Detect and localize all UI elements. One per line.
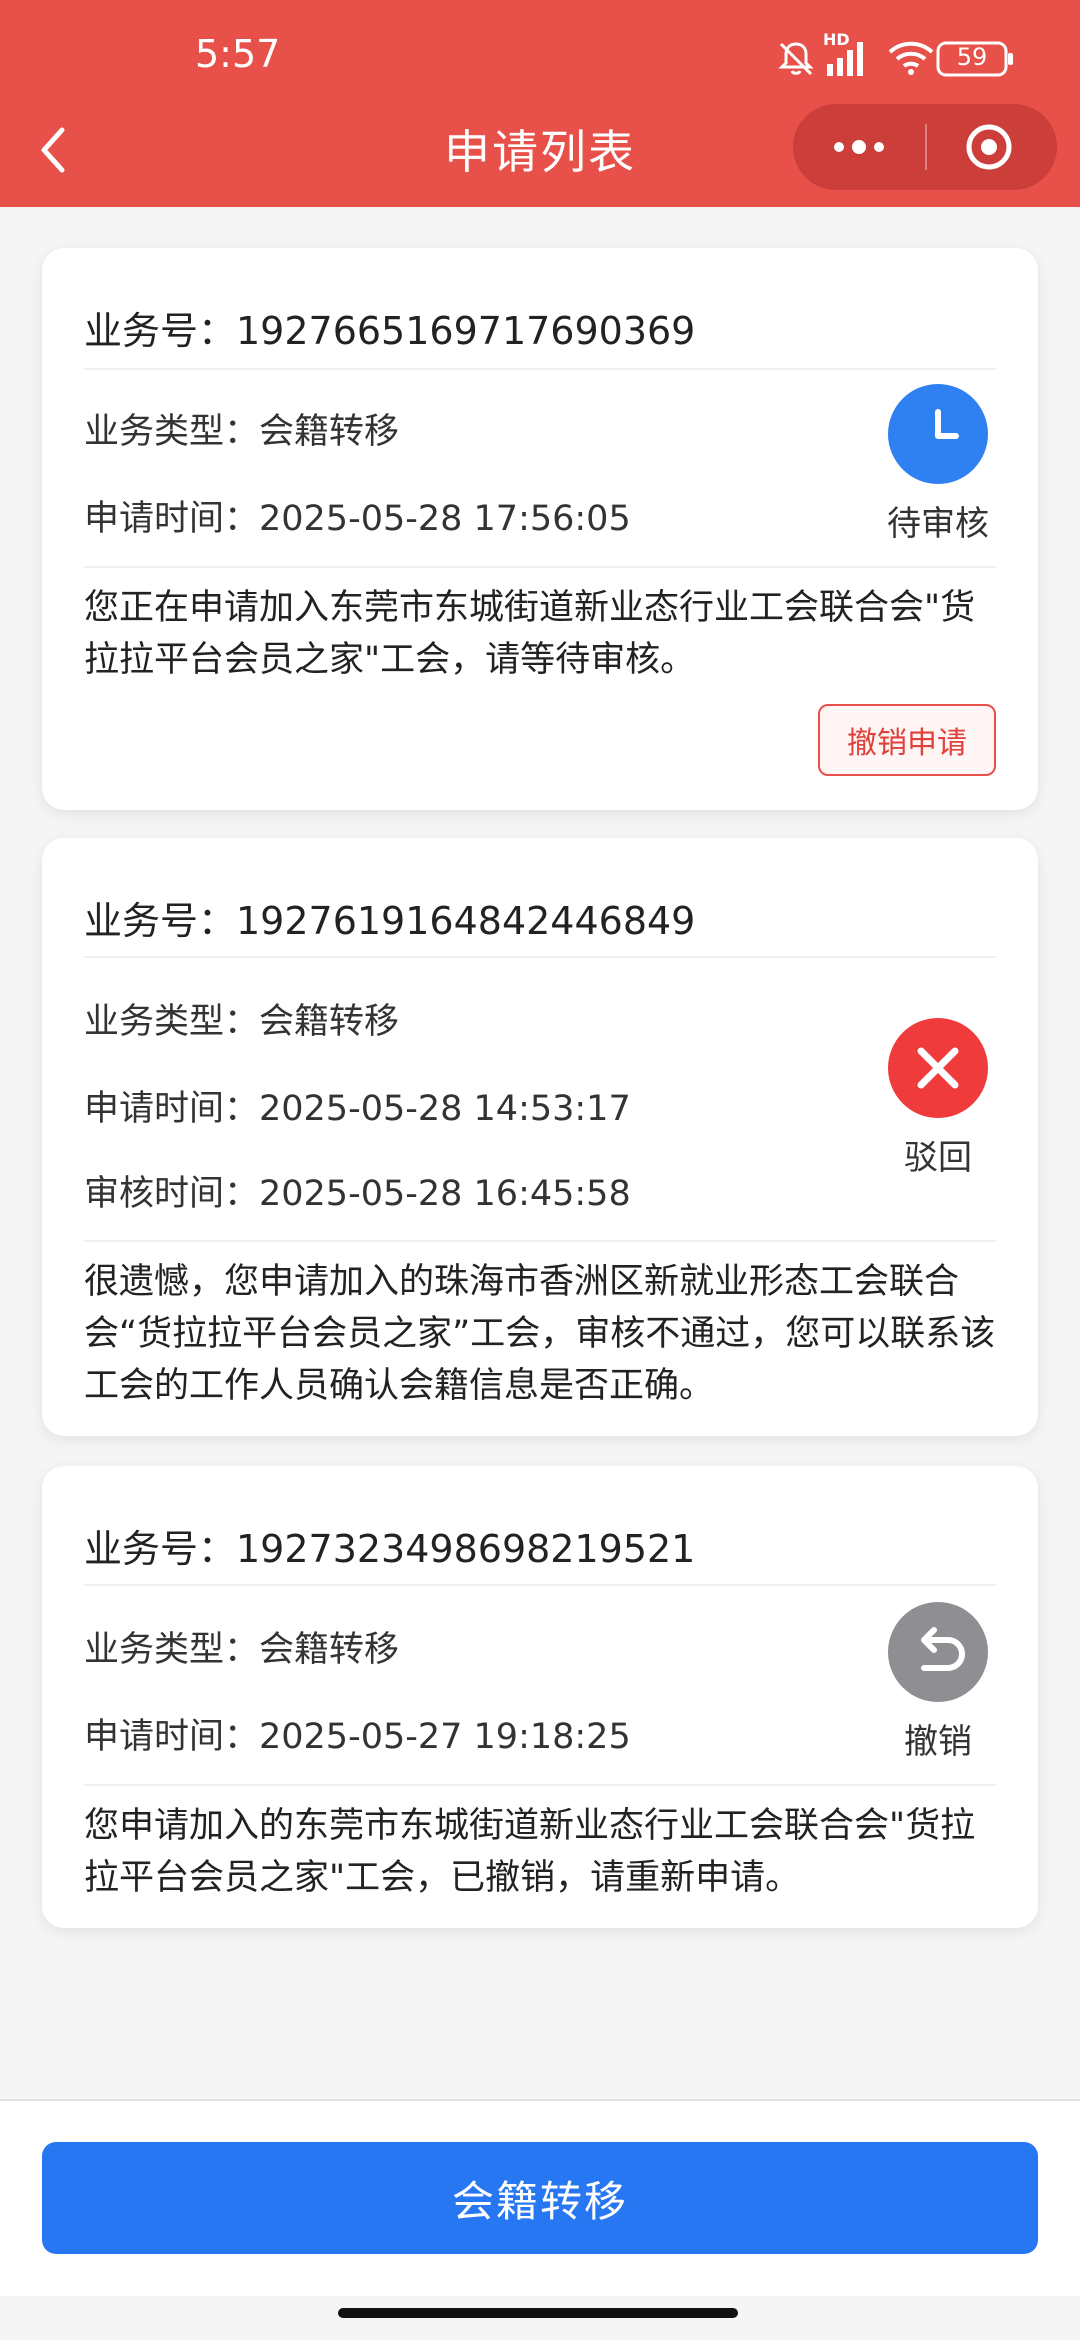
divider — [84, 368, 996, 370]
application-card: 业务号：1927665169717690369 业务类型：会籍转移 申请时间：2… — [42, 248, 1038, 810]
header-bar: 5:57 HD 59 申请列表 — [0, 0, 1080, 207]
business-type: 业务类型：会籍转移 — [84, 1630, 400, 1670]
business-type: 业务类型：会籍转移 — [84, 412, 400, 452]
business-type: 业务类型：会籍转移 — [84, 1002, 400, 1042]
status-message: 您申请加入的东莞市东城街道新业态行业工会联合会"货拉拉平台会员之家"工会，已撤销… — [84, 1806, 976, 1898]
status-indicator: 驳回 — [878, 1018, 998, 1179]
divider — [84, 956, 996, 958]
rejected-x-icon — [888, 1018, 988, 1118]
status-indicator: 撤销 — [878, 1602, 998, 1763]
membership-transfer-button[interactable]: 会籍转移 — [42, 2142, 1038, 2254]
application-card: 业务号：1927323498698219521 业务类型：会籍转移 申请时间：2… — [42, 1466, 1038, 1928]
signal-icon: HD — [823, 30, 873, 84]
apply-time: 申请时间：2025-05-28 14:53:17 — [84, 1089, 631, 1129]
divider — [84, 1584, 996, 1586]
business-number: 业务号：1927665169717690369 — [84, 309, 696, 353]
status-label: 待审核 — [887, 504, 989, 544]
mute-icon — [775, 38, 817, 84]
undo-icon — [888, 1602, 988, 1702]
status-label: 驳回 — [904, 1138, 972, 1178]
mini-program-capsule — [793, 104, 1057, 190]
divider — [84, 566, 996, 568]
status-message: 很遗憾，您申请加入的珠海市香洲区新就业形态工会联合会“货拉拉平台会员之家”工会，… — [84, 1262, 996, 1406]
close-mini-program-icon[interactable] — [965, 123, 1013, 171]
divider — [84, 1240, 996, 1242]
apply-time: 申请时间：2025-05-28 17:56:05 — [84, 499, 631, 539]
more-menu-icon[interactable] — [829, 132, 889, 162]
revoke-application-button[interactable]: 撤销申请 — [818, 704, 996, 776]
divider — [84, 1784, 996, 1786]
review-time: 审核时间：2025-05-28 16:45:58 — [84, 1174, 631, 1214]
clock-icon — [888, 384, 988, 484]
business-number: 业务号：1927323498698219521 — [84, 1527, 696, 1571]
status-indicator: 待审核 — [878, 384, 998, 545]
battery-icon: 59 — [936, 40, 1016, 78]
status-time: 5:57 — [195, 32, 281, 76]
status-label: 撤销 — [904, 1722, 972, 1762]
battery-level: 59 — [956, 43, 988, 71]
home-indicator[interactable] — [338, 2308, 738, 2318]
capsule-divider — [925, 124, 927, 170]
business-number: 业务号：1927619164842446849 — [84, 899, 696, 943]
wifi-icon — [886, 38, 936, 82]
application-card: 业务号：1927619164842446849 业务类型：会籍转移 申请时间：2… — [42, 838, 1038, 1436]
status-message: 您正在申请加入东莞市东城街道新业态行业工会联合会"货拉拉平台会员之家"工会，请等… — [84, 588, 976, 680]
apply-time: 申请时间：2025-05-27 19:18:25 — [84, 1717, 631, 1757]
